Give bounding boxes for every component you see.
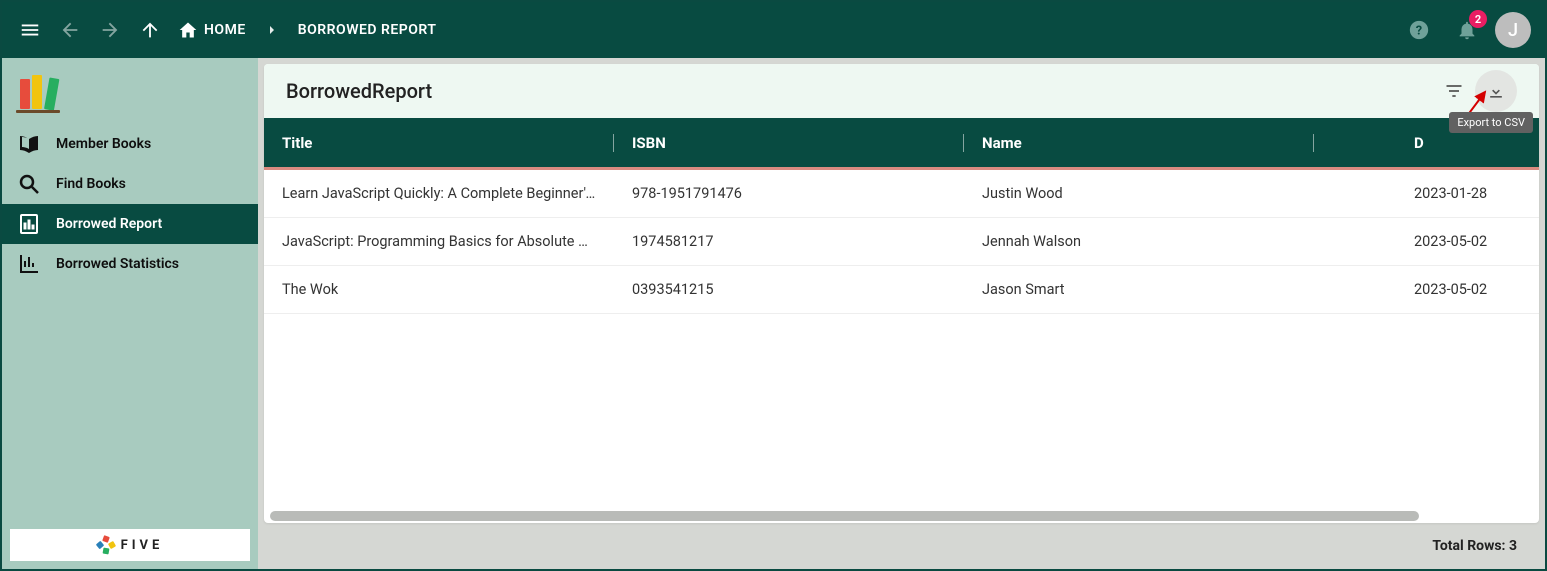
cell-title: JavaScript: Programming Basics for Absol… (264, 233, 614, 250)
app-logo (2, 58, 258, 124)
card-header: BorrowedReport (264, 64, 1539, 118)
help-button[interactable]: ? (1399, 10, 1439, 50)
cell-name: Justin Wood (964, 185, 1314, 202)
sidebar-item-label: Borrowed Statistics (56, 256, 179, 272)
avatar[interactable]: J (1495, 12, 1531, 48)
page-title: BorrowedReport (286, 79, 432, 103)
sidebar-item-borrowed-statistics[interactable]: Borrowed Statistics (2, 244, 258, 284)
avatar-initial: J (1508, 20, 1518, 41)
sidebar-item-borrowed-report[interactable]: Borrowed Report (2, 204, 258, 244)
home-icon (178, 20, 198, 40)
column-name[interactable]: Name (964, 134, 1314, 152)
download-icon (1486, 81, 1506, 101)
cell-name: Jason Smart (964, 281, 1314, 298)
table-footer: Total Rows: 3 (264, 523, 1539, 569)
svg-text:?: ? (1416, 24, 1422, 39)
column-title[interactable]: Title (264, 134, 614, 152)
sidebar-item-label: Find Books (56, 176, 126, 192)
column-date[interactable]: D (1314, 134, 1534, 152)
sidebar-item-label: Borrowed Report (56, 216, 162, 232)
table-row[interactable]: The Wok 0393541215 Jason Smart 2023-05-0… (264, 266, 1539, 314)
table-row[interactable]: JavaScript: Programming Basics for Absol… (264, 218, 1539, 266)
table-row[interactable]: Learn JavaScript Quickly: A Complete Beg… (264, 170, 1539, 218)
export-csv-button[interactable] (1475, 70, 1517, 112)
report-card: BorrowedReport Export to CSV Title (264, 64, 1539, 523)
filter-icon (1444, 81, 1464, 101)
column-isbn[interactable]: ISBN (614, 134, 964, 152)
notifications-button[interactable]: 2 (1447, 10, 1487, 50)
cell-isbn: 978-1951791476 (614, 185, 964, 202)
cell-title: The Wok (264, 281, 614, 298)
cell-date: 2023-01-28 (1314, 185, 1534, 202)
cell-isbn: 0393541215 (614, 281, 964, 298)
report-icon (16, 212, 42, 236)
sidebar-item-member-books[interactable]: Member Books (2, 124, 258, 164)
breadcrumb-home[interactable]: HOME (178, 20, 246, 40)
sidebar-item-find-books[interactable]: Find Books (2, 164, 258, 204)
forward-button[interactable] (90, 10, 130, 50)
chart-icon (16, 252, 42, 276)
export-tooltip: Export to CSV (1449, 112, 1533, 133)
table-header: Title ISBN Name D (264, 118, 1539, 170)
back-button[interactable] (50, 10, 90, 50)
filter-button[interactable] (1433, 70, 1475, 112)
vendor-logo: FIVE (10, 529, 250, 561)
breadcrumb: HOME BORROWED REPORT (178, 20, 436, 40)
main-area: BorrowedReport Export to CSV Title (258, 58, 1545, 569)
cell-date: 2023-05-02 (1314, 281, 1534, 298)
horizontal-scrollbar[interactable] (270, 511, 1533, 523)
sidebar-item-label: Member Books (56, 136, 151, 152)
cell-name: Jennah Walson (964, 233, 1314, 250)
chevron-right-icon (264, 22, 280, 38)
search-icon (16, 172, 42, 196)
book-open-icon (16, 132, 42, 156)
breadcrumb-page-label: BORROWED REPORT (298, 22, 437, 38)
breadcrumb-home-label: HOME (204, 22, 246, 38)
appbar: HOME BORROWED REPORT ? 2 J (2, 2, 1545, 58)
vendor-logo-text: FIVE (121, 538, 164, 553)
up-button[interactable] (130, 10, 170, 50)
total-rows-label: Total Rows: 3 (1432, 538, 1517, 554)
sidebar: Member Books Find Books Borrowed Report … (2, 58, 258, 569)
notifications-badge: 2 (1469, 10, 1487, 28)
cell-date: 2023-05-02 (1314, 233, 1534, 250)
menu-button[interactable] (10, 10, 50, 50)
cell-title: Learn JavaScript Quickly: A Complete Beg… (264, 185, 614, 202)
cell-isbn: 1974581217 (614, 233, 964, 250)
